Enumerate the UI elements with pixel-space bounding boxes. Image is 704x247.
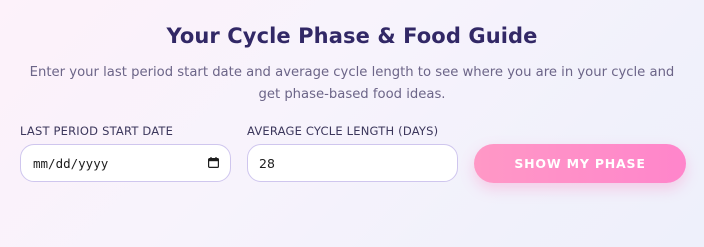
last-period-date-input[interactable]: mm/dd/yyyy — [20, 144, 231, 182]
cycle-length-value: 28 — [259, 155, 275, 171]
last-period-date-label: LAST PERIOD START DATE — [20, 124, 174, 138]
cycle-length-label: AVERAGE CYCLE LENGTH (DAYS) — [247, 124, 439, 138]
cycle-length-input[interactable]: 28 — [247, 144, 458, 182]
show-my-phase-button[interactable]: SHOW MY PHASE — [474, 144, 686, 183]
calendar-icon[interactable] — [208, 157, 219, 168]
page-title: Your Cycle Phase & Food Guide — [166, 24, 538, 48]
date-placeholder: mm/dd/yyyy — [33, 155, 109, 171]
page-subtitle: Enter your last period start date and av… — [29, 65, 675, 102]
